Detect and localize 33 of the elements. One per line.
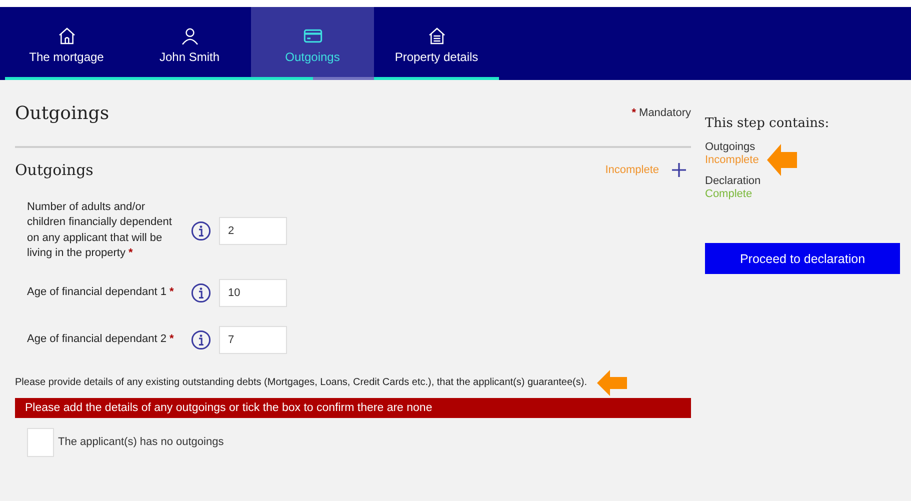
step-status: Incomplete [705,154,759,166]
sidebar-title: This step contains: [705,116,830,131]
section-status: Incomplete [605,164,659,176]
instruction-text: Please provide details of any existing outstanding debts (Mortgages, Loans, Credit Cards etc.), that the applicant(s) guarantee(s). [15,377,587,388]
mandatory-note: * Mandatory [632,107,691,119]
proceed-button[interactable]: Proceed to declaration [705,243,900,274]
section-title: Outgoings [15,161,94,179]
info-icon[interactable] [191,220,211,241]
checkbox[interactable] [27,428,54,457]
error-banner: Please add the details of any outgoings or tick the box to confirm there are none [15,398,691,418]
field-label: Age of financial dependant 1 * [27,285,175,300]
input-field[interactable]: 7 [219,326,287,354]
nav-tab[interactable]: John Smith [128,7,251,80]
field-label: Age of financial dependant 2 * [27,332,175,348]
arrow-icon [596,370,627,396]
info-icon[interactable] [191,330,211,350]
arrow-icon [766,144,797,176]
info-icon[interactable] [191,283,211,304]
house-icon [56,26,76,46]
checkbox-label: The applicant(s) has no outgoings [58,436,224,448]
nav-tab[interactable]: The mortgage [5,7,128,80]
page-title: Outgoings [15,102,110,124]
expand-icon[interactable] [671,162,687,178]
step-name: Declaration [705,175,762,187]
step-status: Complete [705,188,752,200]
person-icon [180,26,200,46]
step-name: Outgoings [705,141,756,153]
house-document-icon [426,26,446,46]
input-field[interactable]: 10 [219,279,287,308]
input-field[interactable]: 2 [219,216,287,245]
field-label: Number of adults and/or children financially dependent on any applicant that will be living in the property * [27,200,173,262]
nav-tab[interactable]: Property details [374,7,499,80]
nav-tab[interactable]: Outgoings [251,7,374,80]
